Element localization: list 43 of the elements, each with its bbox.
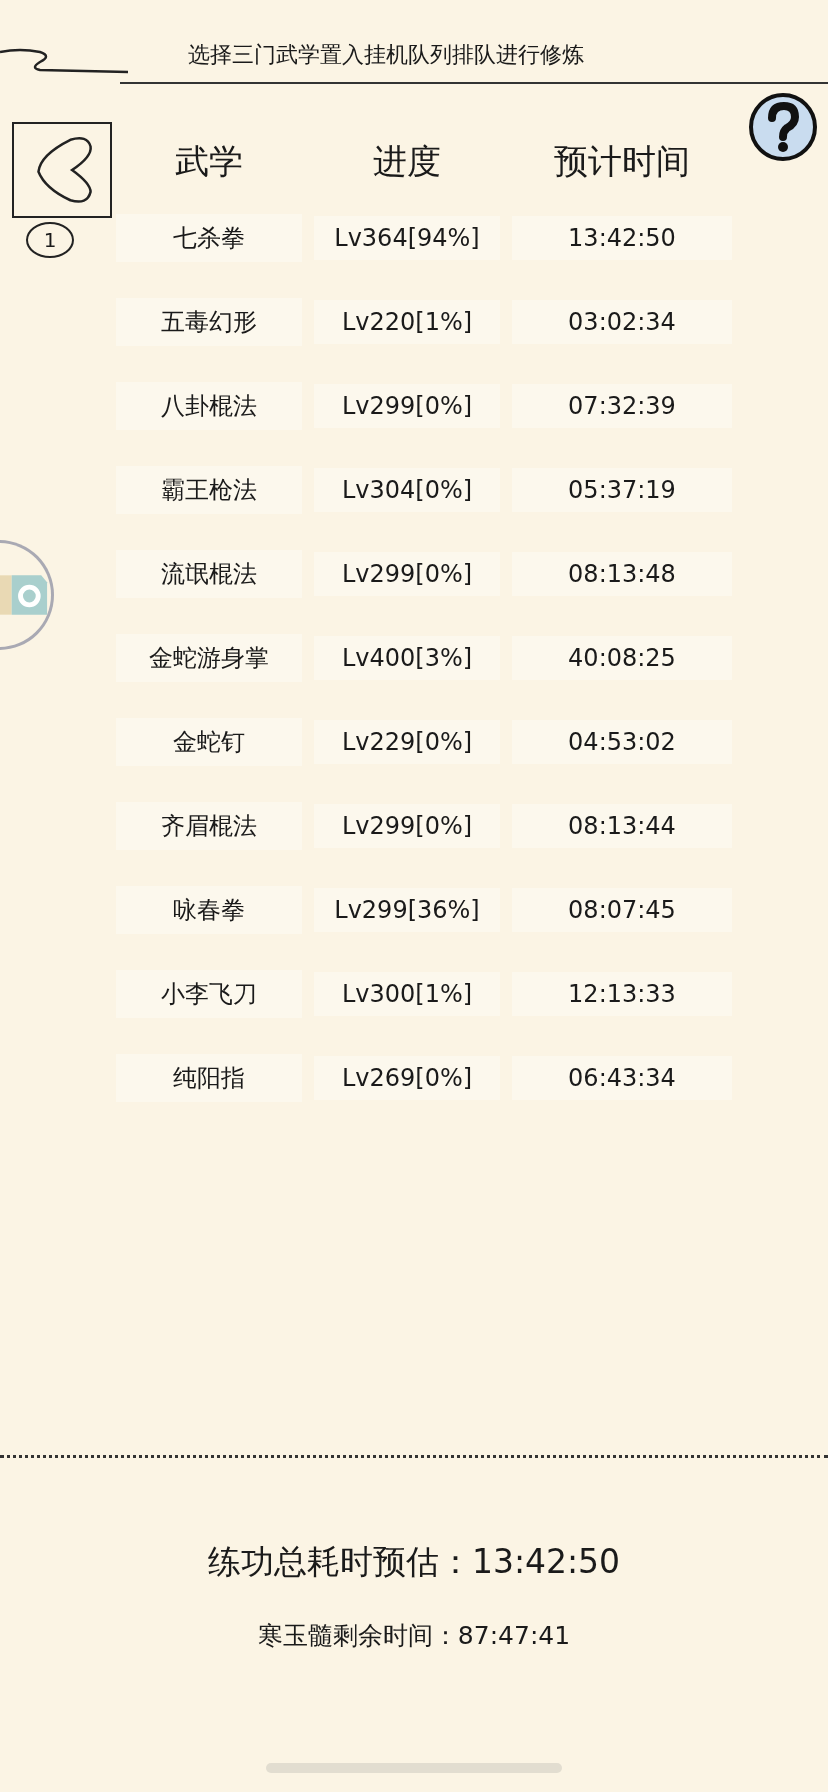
progress-cell: Lv299[36%]	[314, 888, 500, 932]
skill-name-cell[interactable]: 咏春拳	[116, 886, 302, 934]
progress-cell: Lv304[0%]	[314, 468, 500, 512]
skill-name-cell[interactable]: 流氓棍法	[116, 550, 302, 598]
time-cell: 13:42:50	[512, 216, 732, 260]
skill-name-cell[interactable]: 金蛇钉	[116, 718, 302, 766]
time-cell: 12:13:33	[512, 972, 732, 1016]
time-cell: 40:08:25	[512, 636, 732, 680]
help-icon[interactable]	[748, 92, 818, 162]
time-cell: 05:37:19	[512, 468, 732, 512]
progress-cell: Lv300[1%]	[314, 972, 500, 1016]
skill-name-cell[interactable]: 七杀拳	[116, 214, 302, 262]
skill-name-cell[interactable]: 小李飞刀	[116, 970, 302, 1018]
progress-cell: Lv299[0%]	[314, 552, 500, 596]
column-header: 进度	[372, 140, 442, 183]
skill-name-cell[interactable]: 八卦棍法	[116, 382, 302, 430]
time-cell: 03:02:34	[512, 300, 732, 344]
skill-name-cell[interactable]: 霸王枪法	[116, 466, 302, 514]
total-time-text: 练功总耗时预估：13:42:50	[207, 1541, 621, 1583]
progress-cell: Lv364[94%]	[314, 216, 500, 260]
page-title: 选择三门武学置入挂机队列排队进行修炼	[188, 41, 584, 69]
column-header: 武学	[174, 140, 244, 183]
progress-cell: Lv299[0%]	[314, 804, 500, 848]
remaining-time-text: 寒玉髓剩余时间：87:47:41	[257, 1620, 571, 1652]
progress-cell: Lv269[0%]	[314, 1056, 500, 1100]
time-cell: 08:13:44	[512, 804, 732, 848]
time-cell: 08:07:45	[512, 888, 732, 932]
progress-cell: Lv220[1%]	[314, 300, 500, 344]
time-cell: 08:13:48	[512, 552, 732, 596]
time-cell: 06:43:34	[512, 1056, 732, 1100]
skill-name-cell[interactable]: 五毒幻形	[116, 298, 302, 346]
time-cell: 07:32:39	[512, 384, 732, 428]
skill-name-cell[interactable]: 金蛇游身掌	[116, 634, 302, 682]
column-header: 预计时间	[553, 140, 691, 183]
skill-name-cell[interactable]: 齐眉棍法	[116, 802, 302, 850]
skill-name-cell[interactable]: 纯阳指	[116, 1054, 302, 1102]
progress-cell: Lv299[0%]	[314, 384, 500, 428]
time-cell: 04:53:02	[512, 720, 732, 764]
progress-cell: Lv400[3%]	[314, 636, 500, 680]
progress-cell: Lv229[0%]	[314, 720, 500, 764]
back-button[interactable]	[12, 122, 112, 218]
queue-number-badge: 1	[26, 222, 74, 258]
scroll-decoration-icon	[0, 46, 130, 76]
